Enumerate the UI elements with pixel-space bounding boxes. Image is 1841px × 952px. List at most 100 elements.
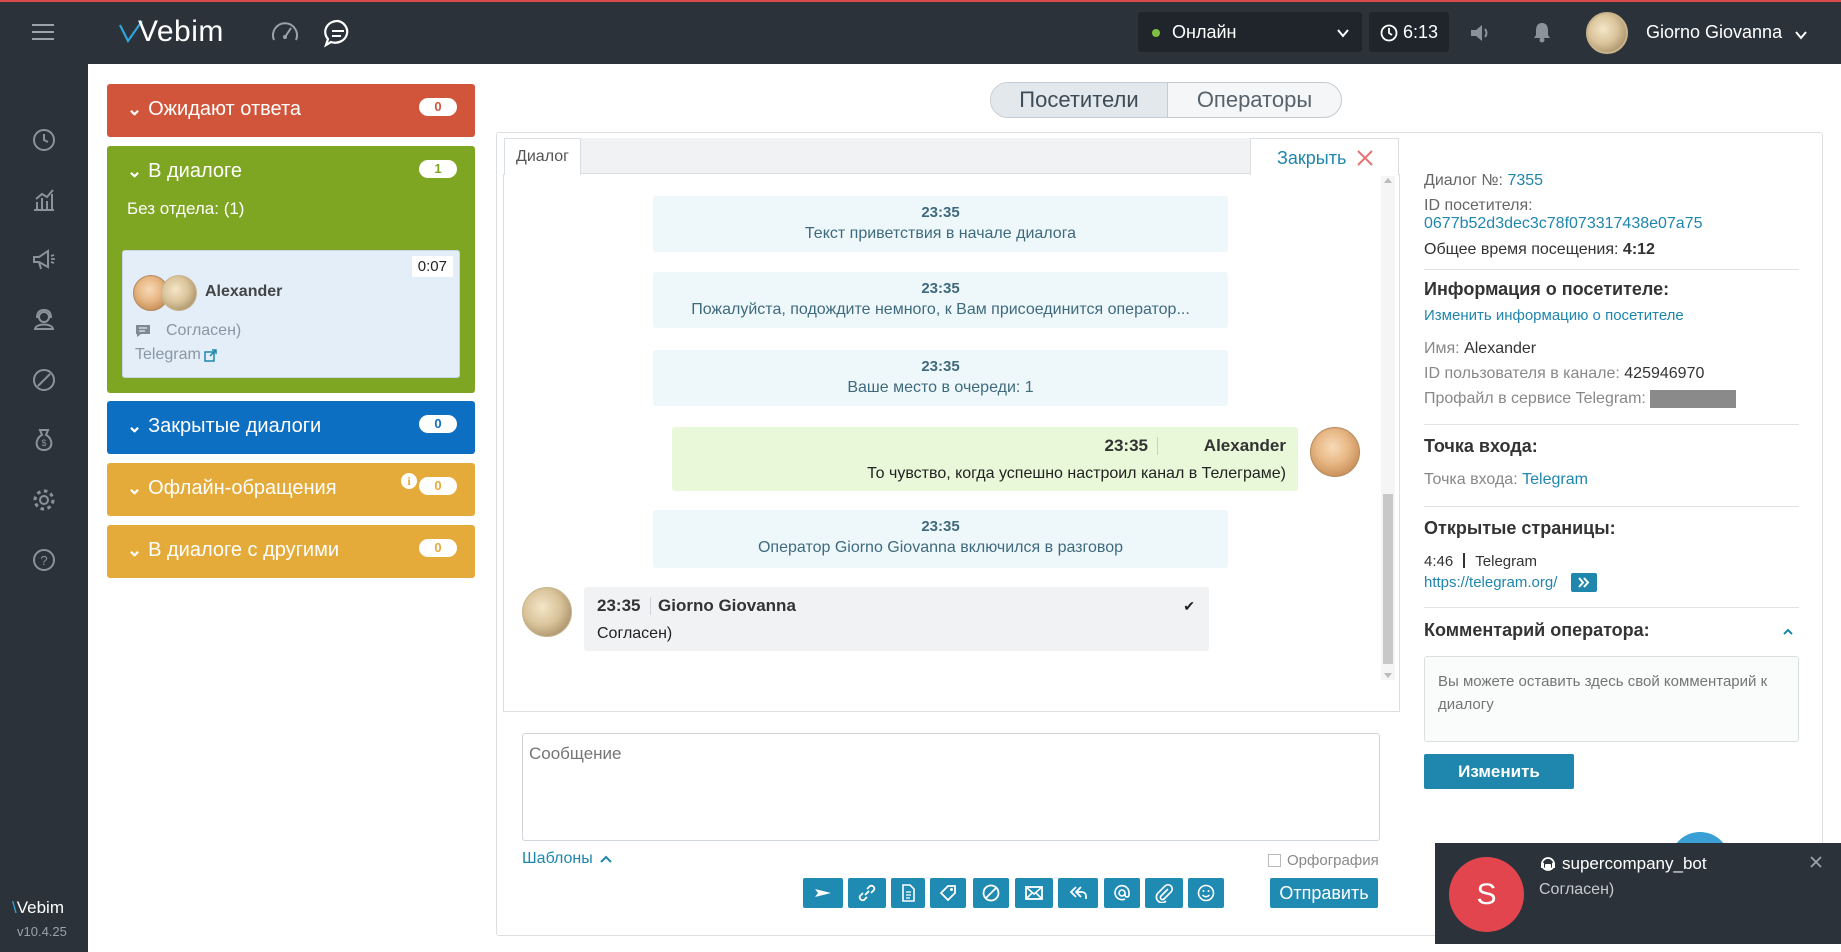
close-dialog-button[interactable]: Закрыть [1250, 138, 1399, 175]
tab-operators[interactable]: Операторы [1168, 83, 1341, 117]
collapse-chevron-icon[interactable] [1782, 627, 1794, 637]
app-logo[interactable]: Vebim [118, 14, 224, 50]
user-avatar[interactable] [1586, 12, 1628, 54]
mention-button[interactable] [1104, 878, 1140, 908]
help-icon[interactable]: ? [26, 542, 62, 578]
queue-others[interactable]: ⌄ В диалоге с другими 0 [107, 525, 475, 578]
user-name[interactable]: Giorno Giovanna [1646, 22, 1782, 43]
statistics-icon[interactable] [26, 182, 62, 218]
external-link-icon[interactable] [204, 349, 217, 362]
send-arrow-button[interactable] [803, 878, 843, 908]
settings-icon[interactable] [26, 482, 62, 518]
queue-waiting-label: Ожидают ответа [148, 98, 302, 120]
visitor-info-title: Информация о посетителе: [1424, 279, 1670, 299]
notification-toast[interactable]: S supercompany_bot Согласен) [1435, 843, 1841, 944]
visitor-card[interactable]: Alexander 0:07 Согласен) Telegram [122, 250, 460, 378]
system-message: 23:35 Оператор Giorno Giovanna включился… [653, 510, 1228, 568]
tab-dialog[interactable]: Диалог [504, 138, 581, 175]
message-text: Пожалуйста, подождите немного, к Вам при… [691, 301, 1190, 318]
spellcheck-option[interactable]: Орфография [1268, 852, 1379, 869]
divider [1424, 607, 1799, 608]
operator-comment-title: Комментарий оператора: [1424, 620, 1650, 640]
document-button[interactable] [891, 878, 925, 908]
message-text: Согласен) [597, 625, 673, 642]
send-button[interactable]: Отправить [1270, 878, 1378, 908]
scroll-down-arrow[interactable] [1384, 673, 1392, 678]
toast-message: Согласен) [1539, 881, 1615, 898]
operator-comment-input[interactable] [1424, 656, 1799, 742]
message-time: 23:35 [597, 596, 641, 615]
chat-bubble-icon[interactable] [323, 18, 353, 48]
message-text: То чувство, когда успешно настроил канал… [867, 465, 1286, 482]
operator-message: 23:35 Giorno Giovanna ✔ Согласен) [584, 587, 1209, 651]
edit-comment-label: Изменить [1458, 762, 1540, 781]
channel-user-id-row: ID пользователя в канале: 425946970 [1424, 365, 1704, 383]
message-text: Оператор Giorno Giovanna включился в раз… [757, 539, 1124, 556]
tab-operators-label: Операторы [1196, 87, 1313, 112]
entry-point-value[interactable]: Telegram [1522, 471, 1588, 488]
close-dialog-label: Закрыть [1277, 148, 1347, 168]
visitor-card-timer: 0:07 [411, 256, 453, 277]
left-navigation: $ ? \Vebim v10.4.25 [0, 64, 88, 952]
tag-icon [939, 885, 956, 902]
close-toast-icon[interactable] [1809, 855, 1823, 869]
edit-visitor-info-link[interactable]: Изменить информацию о посетителе [1424, 307, 1684, 324]
link-button[interactable] [848, 878, 886, 908]
message-author: Giorno Giovanna [658, 596, 796, 615]
speaker-icon[interactable] [1468, 22, 1492, 44]
close-icon [1357, 150, 1373, 166]
scroll-up-arrow[interactable] [1384, 178, 1392, 183]
queue-in-dialog-count: 1 [419, 160, 457, 178]
dialog-number-value[interactable]: 7355 [1507, 172, 1543, 189]
email-button[interactable] [1015, 878, 1053, 908]
speedometer-icon[interactable] [270, 18, 300, 48]
ban-icon[interactable] [26, 362, 62, 398]
open-page-goto-button[interactable] [1571, 573, 1597, 592]
history-icon[interactable] [26, 122, 62, 158]
app-name: Vebim [138, 15, 224, 48]
queue-offline[interactable]: ⌄ Офлайн-обращения i 0 [107, 463, 475, 516]
edit-comment-button[interactable]: Изменить [1424, 754, 1574, 789]
svg-text:?: ? [40, 553, 47, 568]
emoji-button[interactable] [1188, 878, 1224, 908]
queue-closed-count: 0 [419, 415, 457, 433]
queue-closed[interactable]: ⌄ Закрытые диалоги 0 [107, 401, 475, 454]
spellcheck-checkbox[interactable] [1268, 854, 1281, 867]
message-text: Текст приветствия в начале диалога [804, 225, 1077, 242]
open-page-time: 4:46 [1424, 553, 1454, 570]
tab-visitors[interactable]: Посетители [991, 83, 1168, 117]
tag-button[interactable] [930, 878, 966, 908]
user-menu-chevron-icon[interactable] [1794, 28, 1808, 42]
templates-toggle[interactable]: Шаблоны [522, 850, 613, 868]
redirect-button[interactable] [1058, 878, 1098, 908]
money-icon[interactable]: $ [26, 422, 62, 458]
toast-avatar: S [1449, 857, 1524, 932]
queue-waiting[interactable]: ⌄ Ожидают ответа 0 [107, 84, 475, 137]
total-time-value: 4:12 [1622, 241, 1655, 258]
bell-icon[interactable] [1530, 20, 1554, 44]
status-select[interactable]: Онлайн [1138, 12, 1362, 52]
attach-button[interactable] [1145, 878, 1183, 908]
scrollbar-thumb[interactable] [1383, 494, 1393, 664]
megaphone-icon[interactable] [26, 242, 62, 278]
system-message: 23:35 Пожалуйста, подождите немного, к В… [653, 272, 1228, 328]
message-input[interactable] [522, 733, 1380, 841]
info-icon[interactable]: i [401, 473, 417, 489]
chat-scrollbar[interactable] [1381, 176, 1395, 680]
telegram-profile-redacted[interactable] [1649, 390, 1736, 408]
open-page-url[interactable]: https://telegram.org/ [1424, 574, 1557, 591]
message-author: Alexander [1203, 436, 1286, 455]
operators-icon[interactable] [26, 302, 62, 338]
visitor-name-row: Имя: Alexander [1424, 340, 1536, 358]
message-icon [136, 325, 150, 337]
entry-point-row: Точка входа: Telegram [1424, 471, 1588, 489]
operator-avatar-small [161, 275, 197, 311]
channel-user-id-value: 425946970 [1624, 365, 1705, 382]
hamburger-icon[interactable] [32, 22, 56, 42]
app-version: v10.4.25 [17, 924, 67, 939]
visitor-id-value[interactable]: 0677b52d3dec3c78f073317438e07a75 [1424, 215, 1703, 233]
channel-user-id-label: ID пользователя в канале: [1424, 365, 1620, 382]
send-button-label: Отправить [1279, 882, 1369, 903]
smile-icon [1197, 884, 1215, 902]
ban-visitor-button[interactable] [973, 878, 1009, 908]
